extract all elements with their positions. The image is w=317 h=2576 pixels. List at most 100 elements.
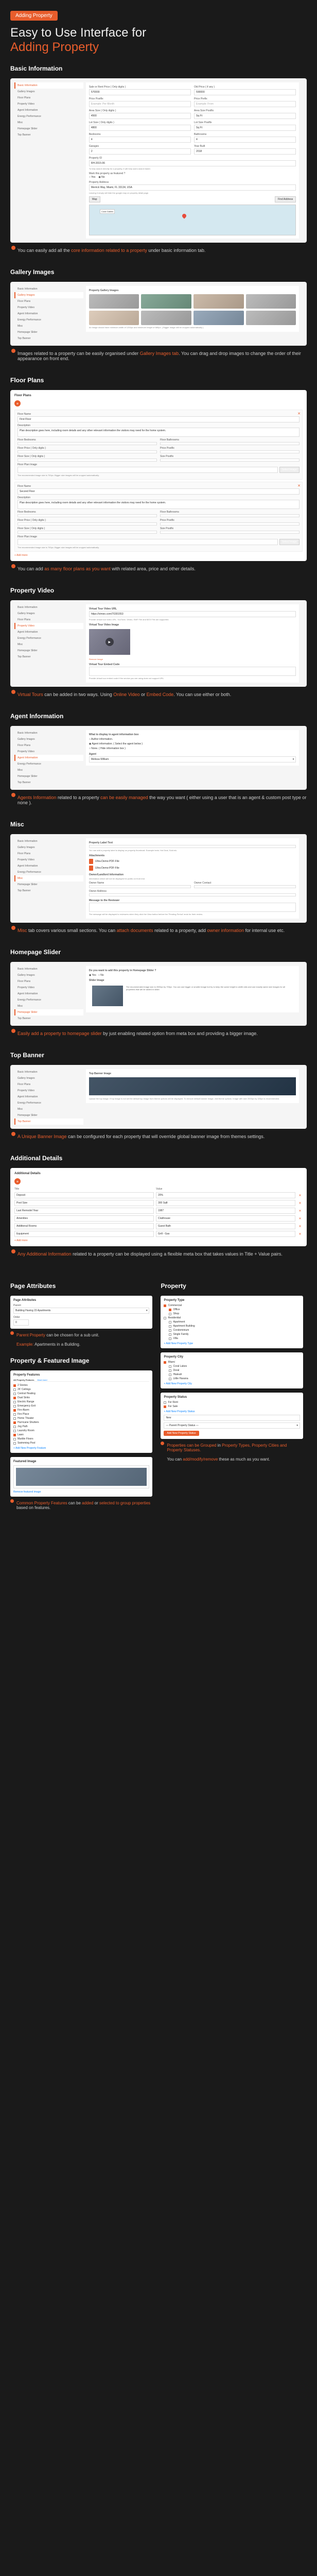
video-url-input[interactable]: https://vimeo.com/70301553 (89, 611, 296, 617)
year-input[interactable]: 2018 (194, 148, 296, 155)
sidebar-item[interactable]: Gallery Images (14, 736, 83, 742)
radio[interactable]: ○ (98, 974, 100, 977)
sidebar-item-slider[interactable]: Homepage Slider (14, 126, 83, 132)
input[interactable] (89, 893, 296, 896)
tab[interactable]: All Property Features (13, 1379, 34, 1381)
floor-image-input[interactable] (17, 467, 278, 473)
sidebar-item[interactable]: Energy Performance (14, 317, 83, 323)
featured-thumb[interactable] (16, 1468, 147, 1486)
gallery-thumb[interactable] (141, 294, 191, 309)
add-more-link[interactable]: + Add more (14, 1239, 303, 1242)
close-icon[interactable]: ✕ (297, 1225, 303, 1228)
gallery-thumb[interactable] (89, 294, 139, 309)
input[interactable] (160, 514, 300, 517)
sidebar-item[interactable]: Energy Performance (14, 635, 83, 641)
slider-thumb[interactable] (92, 986, 123, 1006)
checkbox-row[interactable]: Little Havana (164, 1377, 300, 1380)
select-image-button[interactable]: Select Image (279, 539, 300, 545)
remove-featured-link[interactable]: Remove featured image (13, 1490, 149, 1494)
sidebar-item[interactable]: Floor Plans (14, 617, 83, 623)
sidebar-item[interactable]: Homepage Slider (14, 648, 83, 654)
input[interactable] (17, 531, 157, 534)
checkbox-row[interactable]: For Rent (164, 1401, 300, 1404)
checkbox-row[interactable]: Apartment Building (164, 1325, 300, 1328)
gallery-thumb[interactable] (89, 311, 139, 325)
sidebar-item[interactable]: Gallery Images (14, 292, 83, 298)
sidebar-item[interactable]: Energy Performance (14, 869, 83, 875)
input[interactable] (17, 459, 157, 462)
gallery-thumb[interactable] (193, 294, 244, 309)
input[interactable] (160, 442, 300, 445)
input[interactable] (160, 459, 300, 462)
add-more-link[interactable]: + Add more (14, 554, 303, 557)
sidebar-item[interactable]: Homepage Slider (14, 1112, 83, 1118)
sidebar-item-floor[interactable]: Floor Plans (14, 95, 83, 101)
detail-title-input[interactable]: Pool Size (14, 1200, 154, 1206)
floor-name-input[interactable]: Second Floor (17, 488, 300, 495)
sidebar-item[interactable]: Property Video (14, 985, 83, 991)
checkbox-row[interactable]: Central Heating (13, 1392, 149, 1395)
add-feature-link[interactable]: + Add New Property Feature (13, 1447, 149, 1450)
sidebar-item[interactable]: Misc (14, 1106, 83, 1112)
checkbox-row[interactable]: Emergency Exit (13, 1404, 149, 1408)
add-status-button[interactable]: Add New Property Status (164, 1431, 199, 1436)
sidebar-item[interactable]: Top Banner (14, 888, 83, 894)
checkbox-row[interactable]: 2 Stories (13, 1384, 149, 1387)
checkbox-row[interactable]: Swimming Pool (13, 1442, 149, 1445)
close-icon[interactable]: ✕ (297, 1201, 303, 1205)
address-input[interactable]: Merrick Way, Miami, FL 33134, USA (89, 184, 296, 191)
close-icon[interactable]: ✕ (297, 1194, 303, 1197)
detail-title-input[interactable]: Equipment (14, 1231, 154, 1237)
input[interactable] (17, 522, 157, 526)
sidebar-item[interactable]: Property Video (14, 749, 83, 755)
close-icon[interactable]: ✕ (297, 1217, 303, 1221)
status-parent-select[interactable]: — Parent Property Status —▾ (164, 1422, 300, 1429)
sidebar-item[interactable]: Agent Information (14, 1094, 83, 1100)
detail-value-input[interactable]: 20% (156, 1192, 295, 1198)
sidebar-item[interactable]: Basic Information (14, 838, 83, 844)
area-input[interactable]: 4500 (89, 113, 191, 119)
checkbox-row[interactable]: Residential (164, 1316, 300, 1319)
sidebar-item[interactable]: Energy Performance (14, 761, 83, 767)
sidebar-item[interactable]: Misc (14, 767, 83, 773)
agent-select[interactable]: Melissa William▾ (89, 756, 296, 762)
message-input[interactable] (89, 903, 296, 912)
sidebar-item-basic[interactable]: Basic Information (14, 82, 83, 89)
remove-image-link[interactable]: Remove Image (89, 658, 296, 660)
add-status-link[interactable]: + Add New Property Status (164, 1410, 300, 1413)
sidebar-item[interactable]: Misc (14, 875, 83, 882)
sidebar-item[interactable]: Top Banner (14, 1118, 83, 1125)
detail-title-input[interactable]: Last Remodel Year (14, 1208, 154, 1214)
input[interactable] (194, 885, 296, 888)
checkbox-row[interactable]: Fire Place (13, 1413, 149, 1416)
floor-desc-input[interactable]: Plan description goes here, including ro… (17, 428, 300, 437)
status-new-input[interactable]: New (164, 1415, 300, 1421)
sidebar-item[interactable]: Agent Information (14, 311, 83, 317)
sidebar-item[interactable]: Property Video (14, 623, 83, 629)
input[interactable] (17, 514, 157, 517)
checkbox-row[interactable]: Hurricane Shutters (13, 1421, 149, 1424)
banner-thumb[interactable] (89, 1077, 296, 1095)
sidebar-item[interactable]: Agent Information (14, 991, 83, 997)
checkbox-row[interactable]: Home Theater (13, 1417, 149, 1420)
add-detail-button[interactable]: + (14, 1178, 21, 1184)
doc-row[interactable]: Ultra-Demo-PDF-File (89, 859, 296, 864)
radio[interactable]: ○ (89, 747, 91, 750)
checkbox-row[interactable]: Jog Path (13, 1425, 149, 1428)
checkbox-row[interactable]: Doral (164, 1369, 300, 1372)
sidebar-item-misc[interactable]: Misc (14, 120, 83, 126)
sidebar-item[interactable]: Floor Plans (14, 298, 83, 304)
gallery-thumb[interactable] (141, 311, 191, 325)
detail-value-input[interactable]: Guest Bath (156, 1223, 295, 1229)
sidebar-item[interactable]: Basic Information (14, 286, 83, 292)
id-input[interactable]: RH-2015-06 (89, 160, 296, 166)
sidebar-item[interactable]: Basic Information (14, 604, 83, 611)
checkbox-row[interactable]: Apartment (164, 1320, 300, 1324)
sidebar-item[interactable]: Top Banner (14, 1015, 83, 1022)
detail-value-input[interactable]: 1987 (156, 1208, 295, 1214)
checkbox-row[interactable]: Single Family (164, 1333, 300, 1336)
sidebar-item-banner[interactable]: Top Banner (14, 132, 83, 138)
gallery-thumb[interactable] (193, 311, 244, 325)
checkbox-row[interactable]: Miami (164, 1361, 300, 1364)
sidebar-item-video[interactable]: Property Video (14, 101, 83, 107)
